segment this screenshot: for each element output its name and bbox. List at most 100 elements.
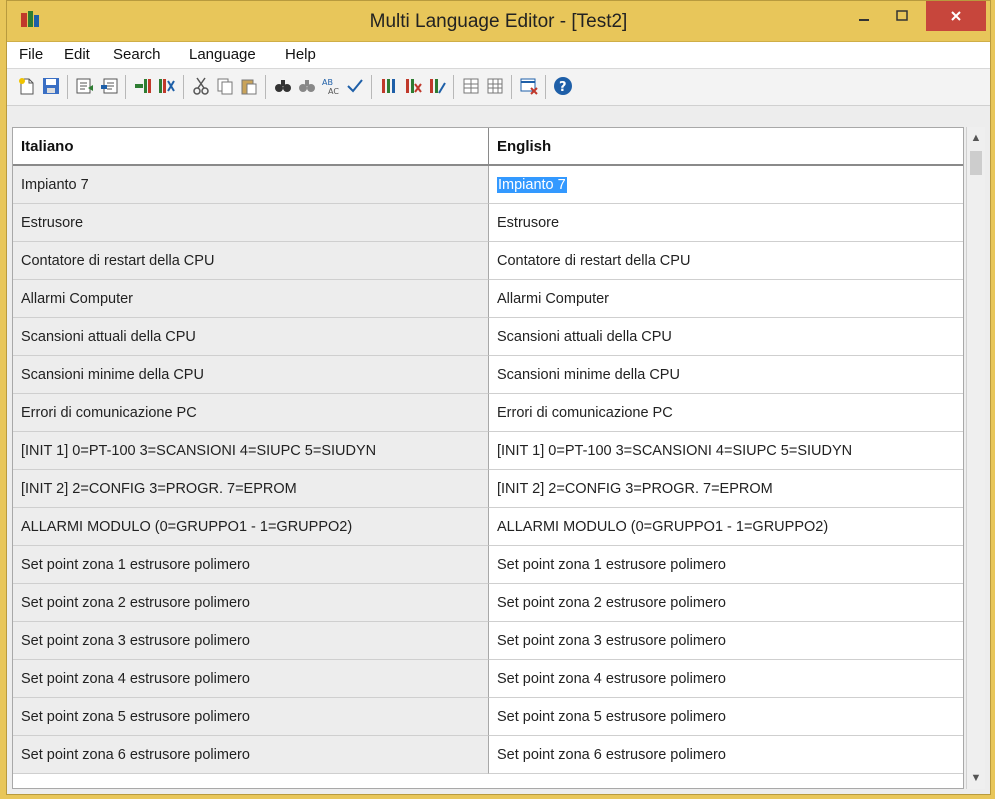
cell-english[interactable]: Set point zona 4 estrusore polimero [489,660,963,698]
table-row[interactable]: Set point zona 6 estrusore polimero Set p… [13,736,963,774]
toolbar-separator [67,75,68,99]
table-row[interactable]: [INIT 1] 0=PT-100 3=SCANSIONI 4=SIUPC 5=… [13,432,963,470]
cell-english[interactable]: Set point zona 2 estrusore polimero [489,584,963,622]
paste-icon[interactable] [239,76,259,96]
cell-italiano[interactable]: [INIT 1] 0=PT-100 3=SCANSIONI 4=SIUPC 5=… [13,432,489,470]
cell-english[interactable]: Set point zona 1 estrusore polimero [489,546,963,584]
close-icon [951,11,961,21]
clear-icon[interactable] [519,76,539,96]
column-header-italiano[interactable]: Italiano [13,128,489,166]
language-delete-icon[interactable] [403,76,423,96]
toolbar-separator [371,75,372,99]
cell-italiano[interactable]: Scansioni minime della CPU [13,356,489,394]
cell-english[interactable]: [INIT 2] 2=CONFIG 3=PROGR. 7=EPROM [489,470,963,508]
title-bar[interactable]: Multi Language Editor - [Test2] [7,1,990,42]
menu-help[interactable]: Help [285,46,316,63]
cell-italiano[interactable]: [INIT 2] 2=CONFIG 3=PROGR. 7=EPROM [13,470,489,508]
close-button[interactable] [926,1,986,31]
replace-icon[interactable]: ABAC [321,76,341,96]
cell-italiano[interactable]: Set point zona 1 estrusore polimero [13,546,489,584]
table-row[interactable]: Errori di comunicazione PC Errori di comu… [13,394,963,432]
cell-english[interactable]: Impianto 7 [489,166,963,204]
vertical-scrollbar[interactable]: ▲ ▼ [966,127,985,789]
grid-icon[interactable] [461,76,481,96]
cell-english[interactable]: Contatore di restart della CPU [489,242,963,280]
column-header-english[interactable]: English [489,128,963,166]
table-row[interactable]: Set point zona 5 estrusore polimero Set p… [13,698,963,736]
table-row[interactable]: Set point zona 4 estrusore polimero Set p… [13,660,963,698]
table-row[interactable]: Estrusore Estrusore [13,204,963,242]
menu-language[interactable]: Language [189,46,256,63]
language-edit-icon[interactable] [427,76,447,96]
toolbar-separator [545,75,546,99]
window-title: Multi Language Editor - [Test2] [369,11,628,32]
minimize-button[interactable] [848,1,880,31]
minimize-icon [859,19,869,21]
find-icon[interactable] [273,76,293,96]
cell-english[interactable]: [INIT 1] 0=PT-100 3=SCANSIONI 4=SIUPC 5=… [489,432,963,470]
table-row[interactable]: [INIT 2] 2=CONFIG 3=PROGR. 7=EPROM [INIT … [13,470,963,508]
menu-search[interactable]: Search [113,46,161,63]
selected-text[interactable]: Impianto 7 [497,177,567,193]
cell-italiano[interactable]: Set point zona 4 estrusore polimero [13,660,489,698]
import-icon[interactable] [99,76,119,96]
copy-icon[interactable] [215,76,235,96]
table-row[interactable]: Scansioni minime della CPU Scansioni mini… [13,356,963,394]
table-row[interactable]: Impianto 7 Impianto 7 [13,166,963,204]
toolbar-separator [183,75,184,99]
cell-english[interactable]: ALLARMI MODULO (0=GRUPPO1 - 1=GRUPPO2) [489,508,963,546]
cell-english[interactable]: Scansioni attuali della CPU [489,318,963,356]
help-icon[interactable]: ? [553,76,573,96]
cell-italiano[interactable]: Set point zona 6 estrusore polimero [13,736,489,774]
cell-english[interactable]: Allarmi Computer [489,280,963,318]
table-row[interactable]: Set point zona 2 estrusore polimero Set p… [13,584,963,622]
table-row[interactable]: Contatore di restart della CPU Contatore … [13,242,963,280]
spellcheck-icon[interactable] [345,76,365,96]
cell-italiano[interactable]: Allarmi Computer [13,280,489,318]
cell-english[interactable]: Estrusore [489,204,963,242]
toolbar-separator [265,75,266,99]
translation-grid[interactable]: Italiano English Impianto 7 Impianto 7 Est… [12,127,964,789]
language-add-icon[interactable] [379,76,399,96]
cell-english[interactable]: Set point zona 6 estrusore polimero [489,736,963,774]
cell-italiano[interactable]: Errori di comunicazione PC [13,394,489,432]
scrollbar-thumb[interactable] [970,151,982,175]
find-next-icon[interactable] [297,76,317,96]
add-column-icon[interactable] [133,76,153,96]
table-row[interactable]: ALLARMI MODULO (0=GRUPPO1 - 1=GRUPPO2) AL… [13,508,963,546]
scroll-up-icon[interactable]: ▲ [967,129,985,147]
cell-english[interactable]: Scansioni minime della CPU [489,356,963,394]
cell-italiano[interactable]: Set point zona 2 estrusore polimero [13,584,489,622]
cell-italiano[interactable]: Set point zona 3 estrusore polimero [13,622,489,660]
cell-italiano[interactable]: Impianto 7 [13,166,489,204]
cell-english[interactable]: Set point zona 3 estrusore polimero [489,622,963,660]
table-row[interactable]: Scansioni attuali della CPU Scansioni att… [13,318,963,356]
cell-italiano[interactable]: ALLARMI MODULO (0=GRUPPO1 - 1=GRUPPO2) [13,508,489,546]
cut-icon[interactable] [191,76,211,96]
new-icon[interactable] [17,76,37,96]
maximize-button[interactable] [886,1,918,31]
svg-text:AC: AC [328,87,339,96]
cell-italiano[interactable]: Scansioni attuali della CPU [13,318,489,356]
table-row[interactable]: Allarmi Computer Allarmi Computer [13,280,963,318]
cell-english[interactable]: Errori di comunicazione PC [489,394,963,432]
table-row[interactable]: Set point zona 1 estrusore polimero Set p… [13,546,963,584]
remove-column-icon[interactable] [157,76,177,96]
cell-italiano[interactable]: Set point zona 5 estrusore polimero [13,698,489,736]
scroll-down-icon[interactable]: ▼ [967,769,985,787]
save-icon[interactable] [41,76,61,96]
maximize-icon [896,10,908,21]
cell-italiano[interactable]: Contatore di restart della CPU [13,242,489,280]
grid-alt-icon[interactable] [485,76,505,96]
cell-italiano[interactable]: Estrusore [13,204,489,242]
export-icon[interactable] [75,76,95,96]
svg-text:?: ? [559,80,567,95]
svg-text:AB: AB [322,78,333,87]
toolbar-separator [511,75,512,99]
cell-english[interactable]: Set point zona 5 estrusore polimero [489,698,963,736]
toolbar-separator [125,75,126,99]
menu-file[interactable]: File [19,46,43,63]
menu-edit[interactable]: Edit [64,46,90,63]
menu-bar: File Edit Search Language Help [7,42,990,69]
table-row[interactable]: Set point zona 3 estrusore polimero Set p… [13,622,963,660]
